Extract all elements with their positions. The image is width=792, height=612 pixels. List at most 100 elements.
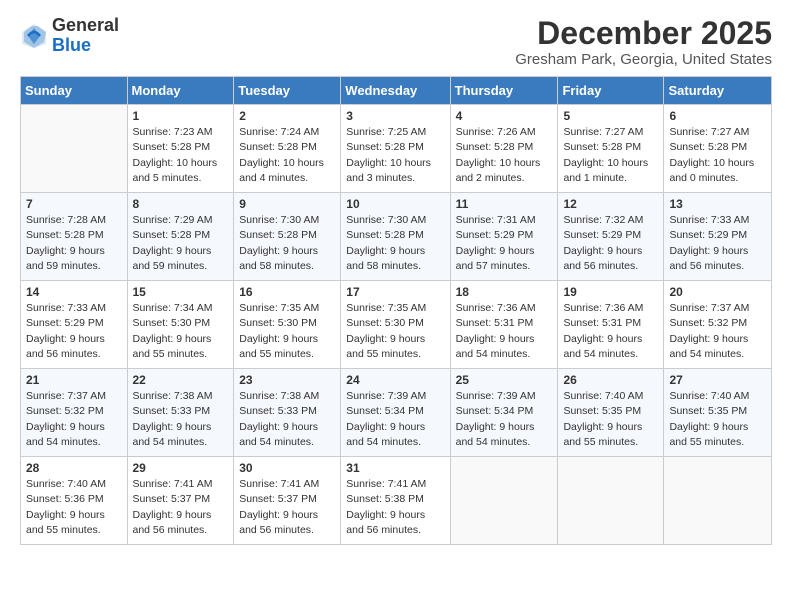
day-number: 7 [26,197,122,211]
day-info: Sunrise: 7:29 AMSunset: 5:28 PMDaylight:… [133,213,229,274]
calendar-table: SundayMondayTuesdayWednesdayThursdayFrid… [20,76,772,545]
day-number: 20 [669,285,766,299]
calendar-day-cell: 13Sunrise: 7:33 AMSunset: 5:29 PMDayligh… [664,193,772,281]
day-number: 24 [346,373,444,387]
calendar-day-cell: 27 Sunrise: 7:40 AMSunset: 5:35 PMDayligh… [664,369,772,457]
day-number: 6 [669,109,766,123]
location: Gresham Park, Georgia, United States [515,51,772,68]
calendar-day-cell: 20 Sunrise: 7:37 AMSunset: 5:32 PMDayligh… [664,281,772,369]
calendar-body: 1 Sunrise: 7:23 AMSunset: 5:28 PMDaylight… [21,105,772,545]
day-info: Sunrise: 7:41 AMSunset: 5:38 PMDaylight:… [346,477,444,538]
logo-general: General [52,15,119,35]
day-info: Sunrise: 7:36 AMSunset: 5:31 PMDaylight:… [563,301,658,362]
calendar-day-cell: 1 Sunrise: 7:23 AMSunset: 5:28 PMDaylight… [127,105,234,193]
day-info: Sunrise: 7:40 AMSunset: 5:35 PMDaylight:… [669,389,766,450]
calendar-day-cell: 22 Sunrise: 7:38 AMSunset: 5:33 PMDayligh… [127,369,234,457]
calendar-day-cell [664,457,772,545]
calendar-day-cell: 11 Sunrise: 7:31 AMSunset: 5:29 PMDayligh… [450,193,558,281]
day-info: Sunrise: 7:28 AMSunset: 5:28 PMDaylight:… [26,213,122,274]
day-info: Sunrise: 7:37 AMSunset: 5:32 PMDaylight:… [669,301,766,362]
calendar-day-cell: 17 Sunrise: 7:35 AMSunset: 5:30 PMDayligh… [341,281,450,369]
day-number: 17 [346,285,444,299]
day-number: 19 [563,285,658,299]
calendar-day-cell: 21Sunrise: 7:37 AMSunset: 5:32 PMDayligh… [21,369,128,457]
calendar-day-cell: 19 Sunrise: 7:36 AMSunset: 5:31 PMDayligh… [558,281,664,369]
day-info: Sunrise: 7:30 AMSunset: 5:28 PMDaylight:… [239,213,335,274]
header: General Blue December 2025 Gresham Park,… [20,16,772,68]
logo: General Blue [20,16,119,56]
day-info: Sunrise: 7:39 AMSunset: 5:34 PMDaylight:… [346,389,444,450]
calendar-day-cell: 15Sunrise: 7:34 AMSunset: 5:30 PMDayligh… [127,281,234,369]
day-info: Sunrise: 7:32 AMSunset: 5:29 PMDaylight:… [563,213,658,274]
day-info: Sunrise: 7:38 AMSunset: 5:33 PMDaylight:… [133,389,229,450]
calendar-day-cell: 5Sunrise: 7:27 AMSunset: 5:28 PMDaylight… [558,105,664,193]
day-info: Sunrise: 7:38 AMSunset: 5:33 PMDaylight:… [239,389,335,450]
day-info: Sunrise: 7:36 AMSunset: 5:31 PMDaylight:… [456,301,553,362]
day-info: Sunrise: 7:30 AMSunset: 5:28 PMDaylight:… [346,213,444,274]
calendar-week-row: 14 Sunrise: 7:33 AMSunset: 5:29 PMDayligh… [21,281,772,369]
calendar-day-cell: 28 Sunrise: 7:40 AMSunset: 5:36 PMDayligh… [21,457,128,545]
day-number: 1 [133,109,229,123]
month-title: December 2025 [515,16,772,51]
title-block: December 2025 Gresham Park, Georgia, Uni… [515,16,772,68]
day-number: 5 [563,109,658,123]
day-number: 25 [456,373,553,387]
calendar-day-cell: 8Sunrise: 7:29 AMSunset: 5:28 PMDaylight… [127,193,234,281]
calendar-day-cell: 24 Sunrise: 7:39 AMSunset: 5:34 PMDayligh… [341,369,450,457]
calendar-day-cell [558,457,664,545]
calendar-day-cell: 26 Sunrise: 7:40 AMSunset: 5:35 PMDayligh… [558,369,664,457]
calendar-day-cell: 16 Sunrise: 7:35 AMSunset: 5:30 PMDayligh… [234,281,341,369]
day-number: 29 [133,461,229,475]
calendar-day-cell: 10 Sunrise: 7:30 AMSunset: 5:28 PMDayligh… [341,193,450,281]
page-container: General Blue December 2025 Gresham Park,… [0,0,792,555]
calendar-day-cell: 3Sunrise: 7:25 AMSunset: 5:28 PMDaylight… [341,105,450,193]
day-number: 27 [669,373,766,387]
weekday-header-cell: Tuesday [234,77,341,105]
day-number: 11 [456,197,553,211]
day-info: Sunrise: 7:33 AMSunset: 5:29 PMDaylight:… [26,301,122,362]
day-info: Sunrise: 7:35 AMSunset: 5:30 PMDaylight:… [239,301,335,362]
day-number: 9 [239,197,335,211]
day-number: 2 [239,109,335,123]
day-number: 26 [563,373,658,387]
weekday-header-cell: Thursday [450,77,558,105]
calendar-day-cell [450,457,558,545]
day-number: 18 [456,285,553,299]
day-number: 12 [563,197,658,211]
weekday-header-cell: Wednesday [341,77,450,105]
calendar-day-cell: 25 Sunrise: 7:39 AMSunset: 5:34 PMDayligh… [450,369,558,457]
day-info: Sunrise: 7:40 AMSunset: 5:35 PMDaylight:… [563,389,658,450]
calendar-day-cell: 29Sunrise: 7:41 AMSunset: 5:37 PMDayligh… [127,457,234,545]
day-number: 30 [239,461,335,475]
calendar-day-cell: 30 Sunrise: 7:41 AMSunset: 5:37 PMDayligh… [234,457,341,545]
day-number: 10 [346,197,444,211]
day-info: Sunrise: 7:31 AMSunset: 5:29 PMDaylight:… [456,213,553,274]
day-number: 31 [346,461,444,475]
weekday-header-cell: Sunday [21,77,128,105]
calendar-week-row: 7 Sunrise: 7:28 AMSunset: 5:28 PMDaylight… [21,193,772,281]
day-info: Sunrise: 7:27 AMSunset: 5:28 PMDaylight:… [669,125,766,186]
day-info: Sunrise: 7:34 AMSunset: 5:30 PMDaylight:… [133,301,229,362]
weekday-header-cell: Friday [558,77,664,105]
logo-blue: Blue [52,35,91,55]
day-info: Sunrise: 7:35 AMSunset: 5:30 PMDaylight:… [346,301,444,362]
day-number: 16 [239,285,335,299]
calendar-day-cell: 6 Sunrise: 7:27 AMSunset: 5:28 PMDaylight… [664,105,772,193]
weekday-header-row: SundayMondayTuesdayWednesdayThursdayFrid… [21,77,772,105]
calendar-week-row: 21Sunrise: 7:37 AMSunset: 5:32 PMDayligh… [21,369,772,457]
day-number: 22 [133,373,229,387]
day-info: Sunrise: 7:41 AMSunset: 5:37 PMDaylight:… [239,477,335,538]
day-info: Sunrise: 7:39 AMSunset: 5:34 PMDaylight:… [456,389,553,450]
calendar-day-cell: 12 Sunrise: 7:32 AMSunset: 5:29 PMDayligh… [558,193,664,281]
day-info: Sunrise: 7:23 AMSunset: 5:28 PMDaylight:… [133,125,229,186]
calendar-week-row: 28 Sunrise: 7:40 AMSunset: 5:36 PMDayligh… [21,457,772,545]
day-info: Sunrise: 7:25 AMSunset: 5:28 PMDaylight:… [346,125,444,186]
day-info: Sunrise: 7:33 AMSunset: 5:29 PMDaylight:… [669,213,766,274]
day-number: 14 [26,285,122,299]
day-number: 28 [26,461,122,475]
calendar-day-cell: 31 Sunrise: 7:41 AMSunset: 5:38 PMDayligh… [341,457,450,545]
calendar-day-cell: 4Sunrise: 7:26 AMSunset: 5:28 PMDaylight… [450,105,558,193]
day-number: 21 [26,373,122,387]
logo-text: General Blue [52,16,119,56]
day-info: Sunrise: 7:40 AMSunset: 5:36 PMDaylight:… [26,477,122,538]
